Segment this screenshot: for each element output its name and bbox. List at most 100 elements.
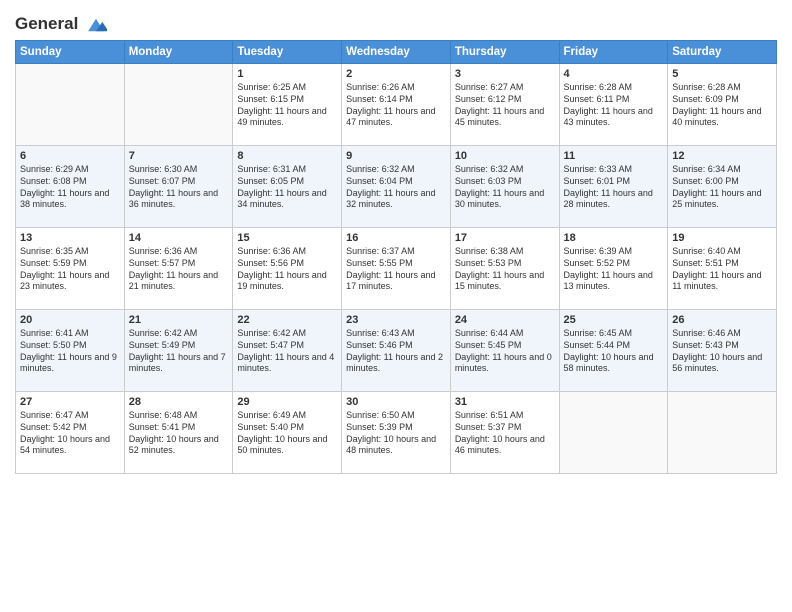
calendar-cell: 31Sunrise: 6:51 AM Sunset: 5:37 PM Dayli… (450, 391, 559, 473)
cell-info: Sunrise: 6:51 AM Sunset: 5:37 PM Dayligh… (455, 410, 555, 457)
day-number: 16 (346, 231, 446, 246)
calendar-cell: 4Sunrise: 6:28 AM Sunset: 6:11 PM Daylig… (559, 63, 668, 145)
day-number: 7 (129, 149, 229, 164)
day-number: 8 (237, 149, 337, 164)
calendar-cell (668, 391, 777, 473)
weekday-header-sunday: Sunday (16, 40, 125, 63)
cell-info: Sunrise: 6:45 AM Sunset: 5:44 PM Dayligh… (564, 328, 664, 375)
day-number: 24 (455, 313, 555, 328)
cell-info: Sunrise: 6:43 AM Sunset: 5:46 PM Dayligh… (346, 328, 446, 375)
cell-info: Sunrise: 6:33 AM Sunset: 6:01 PM Dayligh… (564, 164, 664, 211)
day-number: 31 (455, 395, 555, 410)
day-number: 26 (672, 313, 772, 328)
calendar-week-5: 27Sunrise: 6:47 AM Sunset: 5:42 PM Dayli… (16, 391, 777, 473)
calendar-cell: 20Sunrise: 6:41 AM Sunset: 5:50 PM Dayli… (16, 309, 125, 391)
weekday-header-row: SundayMondayTuesdayWednesdayThursdayFrid… (16, 40, 777, 63)
calendar-cell: 30Sunrise: 6:50 AM Sunset: 5:39 PM Dayli… (342, 391, 451, 473)
day-number: 28 (129, 395, 229, 410)
calendar-cell: 23Sunrise: 6:43 AM Sunset: 5:46 PM Dayli… (342, 309, 451, 391)
calendar-cell: 16Sunrise: 6:37 AM Sunset: 5:55 PM Dayli… (342, 227, 451, 309)
calendar-cell (16, 63, 125, 145)
cell-info: Sunrise: 6:28 AM Sunset: 6:11 PM Dayligh… (564, 82, 664, 129)
calendar-cell: 11Sunrise: 6:33 AM Sunset: 6:01 PM Dayli… (559, 145, 668, 227)
cell-info: Sunrise: 6:44 AM Sunset: 5:45 PM Dayligh… (455, 328, 555, 375)
calendar-cell: 13Sunrise: 6:35 AM Sunset: 5:59 PM Dayli… (16, 227, 125, 309)
calendar-cell: 29Sunrise: 6:49 AM Sunset: 5:40 PM Dayli… (233, 391, 342, 473)
cell-info: Sunrise: 6:30 AM Sunset: 6:07 PM Dayligh… (129, 164, 229, 211)
calendar-cell: 22Sunrise: 6:42 AM Sunset: 5:47 PM Dayli… (233, 309, 342, 391)
calendar-week-2: 6Sunrise: 6:29 AM Sunset: 6:08 PM Daylig… (16, 145, 777, 227)
calendar-cell: 10Sunrise: 6:32 AM Sunset: 6:03 PM Dayli… (450, 145, 559, 227)
calendar-cell: 12Sunrise: 6:34 AM Sunset: 6:00 PM Dayli… (668, 145, 777, 227)
day-number: 3 (455, 67, 555, 82)
cell-info: Sunrise: 6:31 AM Sunset: 6:05 PM Dayligh… (237, 164, 337, 211)
calendar-cell: 26Sunrise: 6:46 AM Sunset: 5:43 PM Dayli… (668, 309, 777, 391)
cell-info: Sunrise: 6:29 AM Sunset: 6:08 PM Dayligh… (20, 164, 120, 211)
cell-info: Sunrise: 6:34 AM Sunset: 6:00 PM Dayligh… (672, 164, 772, 211)
page: { "header": { "logo_line1": "General", "… (0, 0, 792, 612)
day-number: 11 (564, 149, 664, 164)
day-number: 9 (346, 149, 446, 164)
calendar-cell (124, 63, 233, 145)
calendar-cell: 9Sunrise: 6:32 AM Sunset: 6:04 PM Daylig… (342, 145, 451, 227)
calendar-cell: 14Sunrise: 6:36 AM Sunset: 5:57 PM Dayli… (124, 227, 233, 309)
day-number: 10 (455, 149, 555, 164)
weekday-header-saturday: Saturday (668, 40, 777, 63)
calendar-table: SundayMondayTuesdayWednesdayThursdayFrid… (15, 40, 777, 474)
calendar-cell: 5Sunrise: 6:28 AM Sunset: 6:09 PM Daylig… (668, 63, 777, 145)
logo: General (15, 10, 107, 34)
cell-info: Sunrise: 6:27 AM Sunset: 6:12 PM Dayligh… (455, 82, 555, 129)
day-number: 1 (237, 67, 337, 82)
cell-info: Sunrise: 6:26 AM Sunset: 6:14 PM Dayligh… (346, 82, 446, 129)
logo-line1: General (15, 14, 107, 34)
day-number: 21 (129, 313, 229, 328)
cell-info: Sunrise: 6:36 AM Sunset: 5:56 PM Dayligh… (237, 246, 337, 293)
day-number: 29 (237, 395, 337, 410)
calendar-body: 1Sunrise: 6:25 AM Sunset: 6:15 PM Daylig… (16, 63, 777, 473)
calendar-cell: 15Sunrise: 6:36 AM Sunset: 5:56 PM Dayli… (233, 227, 342, 309)
calendar-cell: 2Sunrise: 6:26 AM Sunset: 6:14 PM Daylig… (342, 63, 451, 145)
calendar-cell: 18Sunrise: 6:39 AM Sunset: 5:52 PM Dayli… (559, 227, 668, 309)
cell-info: Sunrise: 6:50 AM Sunset: 5:39 PM Dayligh… (346, 410, 446, 457)
weekday-header-monday: Monday (124, 40, 233, 63)
calendar-cell: 21Sunrise: 6:42 AM Sunset: 5:49 PM Dayli… (124, 309, 233, 391)
cell-info: Sunrise: 6:42 AM Sunset: 5:49 PM Dayligh… (129, 328, 229, 375)
weekday-header-tuesday: Tuesday (233, 40, 342, 63)
calendar-cell: 3Sunrise: 6:27 AM Sunset: 6:12 PM Daylig… (450, 63, 559, 145)
day-number: 27 (20, 395, 120, 410)
day-number: 20 (20, 313, 120, 328)
calendar-cell: 27Sunrise: 6:47 AM Sunset: 5:42 PM Dayli… (16, 391, 125, 473)
day-number: 23 (346, 313, 446, 328)
header: General (15, 10, 777, 34)
calendar-week-4: 20Sunrise: 6:41 AM Sunset: 5:50 PM Dayli… (16, 309, 777, 391)
calendar-cell: 24Sunrise: 6:44 AM Sunset: 5:45 PM Dayli… (450, 309, 559, 391)
cell-info: Sunrise: 6:32 AM Sunset: 6:04 PM Dayligh… (346, 164, 446, 211)
cell-info: Sunrise: 6:38 AM Sunset: 5:53 PM Dayligh… (455, 246, 555, 293)
cell-info: Sunrise: 6:41 AM Sunset: 5:50 PM Dayligh… (20, 328, 120, 375)
calendar-cell: 25Sunrise: 6:45 AM Sunset: 5:44 PM Dayli… (559, 309, 668, 391)
cell-info: Sunrise: 6:39 AM Sunset: 5:52 PM Dayligh… (564, 246, 664, 293)
day-number: 13 (20, 231, 120, 246)
day-number: 17 (455, 231, 555, 246)
weekday-header-friday: Friday (559, 40, 668, 63)
weekday-header-thursday: Thursday (450, 40, 559, 63)
cell-info: Sunrise: 6:28 AM Sunset: 6:09 PM Dayligh… (672, 82, 772, 129)
cell-info: Sunrise: 6:36 AM Sunset: 5:57 PM Dayligh… (129, 246, 229, 293)
day-number: 19 (672, 231, 772, 246)
calendar-week-1: 1Sunrise: 6:25 AM Sunset: 6:15 PM Daylig… (16, 63, 777, 145)
calendar-cell: 1Sunrise: 6:25 AM Sunset: 6:15 PM Daylig… (233, 63, 342, 145)
day-number: 18 (564, 231, 664, 246)
day-number: 25 (564, 313, 664, 328)
calendar-cell: 19Sunrise: 6:40 AM Sunset: 5:51 PM Dayli… (668, 227, 777, 309)
cell-info: Sunrise: 6:47 AM Sunset: 5:42 PM Dayligh… (20, 410, 120, 457)
day-number: 30 (346, 395, 446, 410)
cell-info: Sunrise: 6:42 AM Sunset: 5:47 PM Dayligh… (237, 328, 337, 375)
cell-info: Sunrise: 6:37 AM Sunset: 5:55 PM Dayligh… (346, 246, 446, 293)
day-number: 6 (20, 149, 120, 164)
cell-info: Sunrise: 6:49 AM Sunset: 5:40 PM Dayligh… (237, 410, 337, 457)
calendar-cell: 8Sunrise: 6:31 AM Sunset: 6:05 PM Daylig… (233, 145, 342, 227)
day-number: 14 (129, 231, 229, 246)
day-number: 22 (237, 313, 337, 328)
day-number: 15 (237, 231, 337, 246)
cell-info: Sunrise: 6:46 AM Sunset: 5:43 PM Dayligh… (672, 328, 772, 375)
